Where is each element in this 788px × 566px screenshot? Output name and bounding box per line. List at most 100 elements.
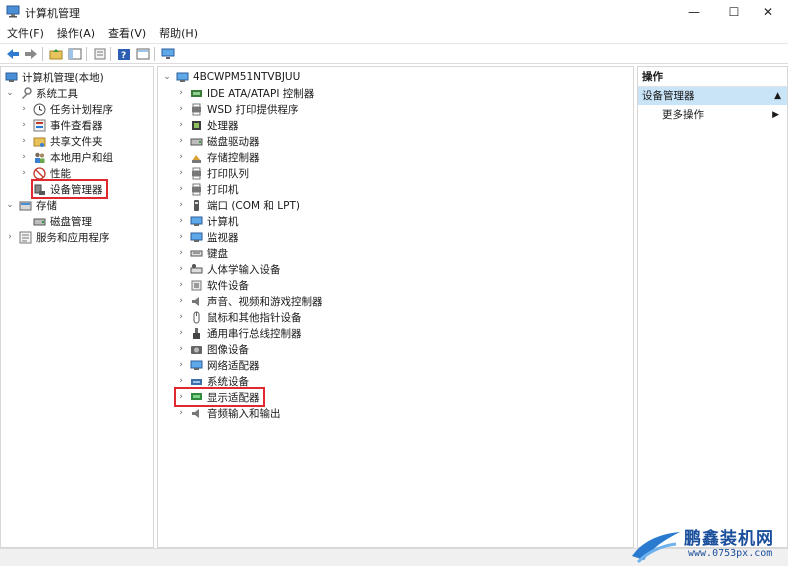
expand-chevron-icon[interactable]: › bbox=[176, 168, 186, 178]
printer-icon bbox=[190, 183, 203, 196]
tree-root-label: 计算机管理(本地) bbox=[22, 71, 104, 84]
printer-icon bbox=[190, 103, 203, 116]
computer-icon bbox=[190, 215, 203, 228]
tree-disk-management[interactable]: 磁盘管理 bbox=[33, 213, 92, 229]
expand-chevron-icon[interactable]: › bbox=[176, 312, 186, 322]
expand-chevron-icon[interactable]: › bbox=[176, 328, 186, 338]
device-category-printer[interactable]: › 打印机 bbox=[176, 181, 239, 197]
device-category-sound-video-game[interactable]: › 声音、视频和游戏控制器 bbox=[176, 293, 322, 309]
expand-chevron-icon[interactable]: › bbox=[19, 120, 29, 130]
tree-performance[interactable]: › 性能 bbox=[19, 165, 71, 181]
device-category-network-adapter[interactable]: › 网络适配器 bbox=[176, 357, 259, 373]
device-category-display-adapter[interactable]: › 显示适配器 bbox=[174, 387, 265, 407]
expand-chevron-icon[interactable]: › bbox=[19, 152, 29, 162]
more-actions-item[interactable]: 更多操作 ▶ bbox=[638, 106, 787, 124]
device-category-storage-controller[interactable]: › 存储控制器 bbox=[176, 149, 259, 165]
device-category-wsd-print-provider[interactable]: › WSD 打印提供程序 bbox=[176, 101, 298, 117]
expand-chevron-icon[interactable]: › bbox=[176, 248, 186, 258]
expand-chevron-icon[interactable]: › bbox=[176, 408, 186, 418]
up-folder-icon[interactable] bbox=[47, 46, 64, 62]
menu-view[interactable]: 查看(V) bbox=[101, 25, 152, 43]
device-category-disk-drive[interactable]: › 磁盘驱动器 bbox=[176, 133, 259, 149]
device-category-ide-controller[interactable]: › IDE ATA/ATAPI 控制器 bbox=[176, 85, 314, 101]
device-category-audio-io[interactable]: › 音频输入和输出 bbox=[176, 405, 280, 421]
forward-arrow-icon[interactable] bbox=[22, 46, 39, 62]
expand-chevron-icon[interactable]: › bbox=[176, 264, 186, 274]
device-category-mouse-pointing[interactable]: › 鼠标和其他指针设备 bbox=[176, 309, 302, 325]
show-hide-tree-icon[interactable] bbox=[66, 46, 83, 62]
expand-chevron-icon[interactable]: › bbox=[176, 88, 186, 98]
expand-chevron-icon[interactable]: › bbox=[19, 104, 29, 114]
device-category-label: 处理器 bbox=[207, 119, 239, 132]
expand-chevron-icon[interactable]: › bbox=[176, 344, 186, 354]
expand-chevron-icon[interactable]: › bbox=[176, 232, 186, 242]
device-manager-label: 设备管理器 bbox=[50, 183, 103, 196]
actions-header: 操作 bbox=[638, 67, 787, 87]
keyboard-icon bbox=[190, 247, 203, 260]
device-category-system-device[interactable]: › 系统设备 bbox=[176, 373, 249, 389]
tree-storage[interactable]: ⌄ 存储 bbox=[5, 197, 57, 213]
expand-chevron-icon[interactable]: › bbox=[19, 136, 29, 146]
speaker-icon bbox=[190, 295, 203, 308]
expand-chevron-icon[interactable]: › bbox=[176, 280, 186, 290]
computer-management-icon bbox=[6, 5, 20, 18]
help-icon[interactable]: ? bbox=[115, 46, 132, 62]
device-category-computer[interactable]: › 计算机 bbox=[176, 213, 238, 229]
tree-system-tools[interactable]: ⌄ 系统工具 bbox=[5, 85, 78, 101]
expand-chevron-icon[interactable]: › bbox=[176, 216, 186, 226]
back-arrow-icon[interactable] bbox=[4, 46, 21, 62]
expand-chevron-icon[interactable]: › bbox=[176, 296, 186, 306]
shared-folder-icon bbox=[33, 135, 46, 148]
tree-services-apps[interactable]: › 服务和应用程序 bbox=[5, 229, 110, 245]
expand-chevron-icon[interactable]: › bbox=[176, 120, 186, 130]
expand-chevron-icon[interactable]: › bbox=[176, 184, 186, 194]
minimize-button[interactable]: — bbox=[674, 0, 714, 24]
actions-selected-section[interactable]: 设备管理器 ▲ bbox=[638, 87, 787, 105]
expand-chevron-icon[interactable]: › bbox=[176, 152, 186, 162]
device-category-software-device[interactable]: › 软件设备 bbox=[176, 277, 249, 293]
menu-help[interactable]: 帮助(H) bbox=[152, 25, 204, 43]
monitor-icon[interactable] bbox=[159, 46, 176, 62]
collapse-chevron-icon[interactable]: ⌄ bbox=[162, 72, 172, 82]
console-tree-pane[interactable]: 计算机管理(本地) ⌄ 系统工具 › 任务计划程序 › 事件查看器 › 共享文件… bbox=[0, 66, 154, 548]
device-tree-pane[interactable]: ⌄ 4BCWPM51NTVBJUU › IDE ATA/ATAPI 控制器 › WSD… bbox=[157, 66, 634, 548]
tree-shared-folders[interactable]: › 共享文件夹 bbox=[19, 133, 102, 149]
device-category-keyboard[interactable]: › 键盘 bbox=[176, 245, 228, 261]
expand-chevron-icon[interactable]: › bbox=[176, 104, 186, 114]
tree-event-viewer[interactable]: › 事件查看器 bbox=[19, 117, 103, 133]
device-category-hid[interactable]: › 人体学输入设备 bbox=[176, 261, 281, 277]
device-category-monitor[interactable]: › 监视器 bbox=[176, 229, 238, 245]
computer-name-label: 4BCWPM51NTVBJUU bbox=[193, 71, 301, 83]
tree-device-manager[interactable]: 设备管理器 bbox=[31, 179, 108, 199]
expand-chevron-icon[interactable]: › bbox=[176, 392, 186, 402]
close-button[interactable]: ✕ bbox=[748, 0, 788, 24]
device-category-usb-controller[interactable]: › 通用串行总线控制器 bbox=[176, 325, 302, 341]
expand-chevron-icon[interactable]: › bbox=[176, 360, 186, 370]
device-category-print-queue[interactable]: › 打印队列 bbox=[176, 165, 249, 181]
view-icon[interactable] bbox=[134, 46, 151, 62]
menu-file[interactable]: 文件(F) bbox=[0, 25, 50, 43]
device-category-imaging-device[interactable]: › 图像设备 bbox=[176, 341, 249, 357]
collapse-chevron-icon[interactable]: ⌄ bbox=[5, 200, 15, 210]
expand-chevron-icon[interactable]: › bbox=[176, 376, 186, 386]
expand-chevron-icon[interactable]: › bbox=[19, 168, 29, 178]
submenu-arrow-icon: ▶ bbox=[772, 110, 779, 120]
tree-local-users-groups[interactable]: › 本地用户和组 bbox=[19, 149, 113, 165]
device-category-processor[interactable]: › 处理器 bbox=[176, 117, 239, 133]
expand-chevron-icon[interactable]: › bbox=[176, 200, 186, 210]
watermark-logo-icon bbox=[632, 532, 680, 564]
menu-action[interactable]: 操作(A) bbox=[50, 25, 101, 43]
print-queue-icon bbox=[190, 167, 203, 180]
device-tree-root[interactable]: ⌄ 4BCWPM51NTVBJUU bbox=[162, 69, 300, 85]
collapse-chevron-icon[interactable]: ⌄ bbox=[5, 88, 15, 98]
expand-chevron-icon[interactable]: › bbox=[5, 232, 15, 242]
event-viewer-label: 事件查看器 bbox=[50, 119, 103, 132]
tree-root[interactable]: 计算机管理(本地) bbox=[5, 69, 104, 85]
more-actions-label: 更多操作 bbox=[662, 109, 704, 121]
collapse-triangle-icon[interactable]: ▲ bbox=[774, 87, 781, 105]
expand-chevron-icon[interactable]: › bbox=[176, 136, 186, 146]
device-category-ports[interactable]: › 端口 (COM 和 LPT) bbox=[176, 197, 300, 213]
watermark-url: www.0753px.com bbox=[688, 548, 773, 559]
tree-task-scheduler[interactable]: › 任务计划程序 bbox=[19, 101, 113, 117]
properties-icon[interactable] bbox=[91, 46, 108, 62]
